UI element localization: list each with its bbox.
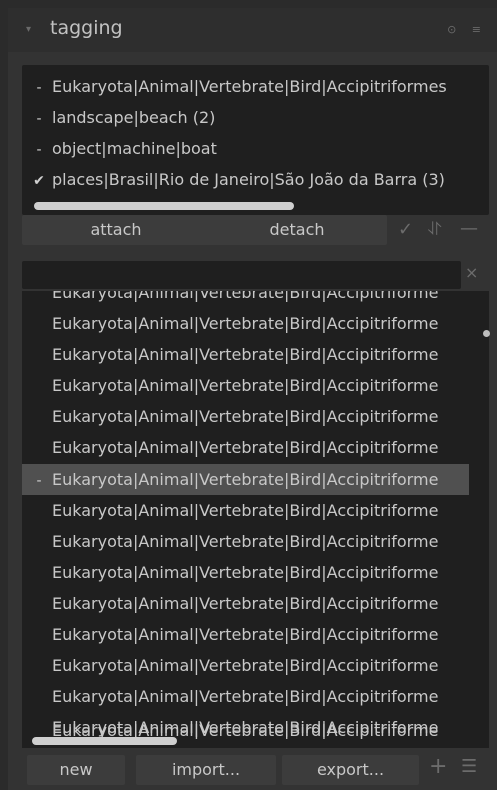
dictionary-row[interactable]: Eukaryota|Animal|Vertebrate|Bird|Accipit…	[22, 650, 469, 681]
dictionary-row[interactable]: Eukaryota|Animal|Vertebrate|Bird|Accipit…	[22, 588, 469, 619]
tag-search-input[interactable]	[22, 261, 461, 289]
dictionary-row[interactable]: Eukaryota|Animal|Vertebrate|Bird|Accipit…	[22, 339, 469, 370]
dictionary-row-label: Eukaryota|Animal|Vertebrate|Bird|Accipit…	[52, 625, 439, 644]
attached-tag-label: object|machine|boat	[52, 139, 217, 158]
module-header[interactable]: ▾ tagging ⊙ ≡	[8, 8, 497, 52]
partial-tag-icon: -	[36, 473, 42, 489]
tagging-module: ▾ tagging ⊙ ≡ - Eukaryota|Animal|Vertebra…	[8, 8, 497, 790]
attached-horizontal-scrollbar[interactable]	[34, 202, 294, 210]
dictionary-row-label: Eukaryota|Animal|Vertebrate|Bird|Accipit…	[52, 532, 439, 551]
dictionary-row[interactable]: Eukaryota|Animal|Vertebrate|Bird|Accipit…	[22, 401, 469, 432]
partial-tag-icon: -	[36, 111, 42, 127]
attached-tag-row[interactable]: - Eukaryota|Animal|Vertebrate|Bird|Accipi…	[22, 71, 489, 102]
attached-tag-label: Eukaryota|Animal|Vertebrate|Bird|Accipit…	[52, 77, 447, 96]
dictionary-row[interactable]: Eukaryota|Animal|Vertebrate|Bird|Accipit…	[22, 619, 469, 650]
new-button[interactable]: new	[27, 755, 125, 785]
tag-dictionary-list[interactable]: Eukaryota|Animal|Vertebrate|Bird|Accipit…	[22, 291, 489, 748]
attached-tag-label: places|Brasil|Rio de Janeiro|São João da…	[52, 170, 445, 189]
dictionary-vertical-scrollbar[interactable]	[483, 330, 490, 337]
dictionary-row-label: Eukaryota|Animal|Vertebrate|Bird|Accipit…	[52, 314, 439, 333]
dictionary-row[interactable]: Eukaryota|Animal|Vertebrate|Bird|Accipit…	[22, 557, 469, 588]
dictionary-row[interactable]: Eukaryota|Animal|Vertebrate|Bird|Accipit…	[22, 681, 469, 712]
dictionary-row-label: Eukaryota|Animal|Vertebrate|Bird|Accipit…	[52, 656, 439, 675]
dictionary-row[interactable]: Eukaryota|Animal|Vertebrate|Bird|Accipit…	[22, 370, 469, 401]
dictionary-row-label: Eukaryota|Animal|Vertebrate|Bird|Accipit…	[52, 376, 439, 395]
export-button[interactable]: export...	[282, 755, 419, 785]
clear-search-icon[interactable]: ×	[465, 263, 478, 282]
dictionary-row-label: Eukaryota|Animal|Vertebrate|Bird|Accipit…	[52, 438, 439, 457]
partial-tag-icon: -	[36, 80, 42, 96]
dictionary-row[interactable]: Eukaryota|Animal|Vertebrate|Bird|Accipit…	[22, 495, 469, 526]
dictionary-row-label: Eukaryota|Animal|Vertebrate|Bird|Accipit…	[52, 594, 439, 613]
dictionary-row-label: Eukaryota|Animal|Vertebrate|Bird|Accipit…	[52, 470, 439, 489]
dictionary-row-label: Eukaryota|Animal|Vertebrate|Bird|Accipit…	[52, 345, 439, 364]
partial-tag-icon: -	[36, 142, 42, 158]
attached-tag-row[interactable]: ✔ places|Brasil|Rio de Janeiro|São João d…	[22, 164, 489, 195]
attached-tag-row[interactable]: - landscape|beach (2)	[22, 102, 489, 133]
module-title: tagging	[50, 17, 123, 39]
dictionary-row[interactable]: Eukaryota|Animal|Vertebrate|Bird|Accipit…	[22, 308, 469, 339]
sort-icon[interactable]: ⥯	[428, 219, 441, 240]
dictionary-row[interactable]: Eukaryota|Animal|Vertebrate|Bird|Accipit…	[22, 291, 469, 308]
attach-button[interactable]: attach	[22, 215, 210, 245]
dictionary-row-label: Eukaryota|Animal|Vertebrate|Bird|Accipit…	[52, 407, 439, 426]
list-icon[interactable]: ☰	[461, 756, 477, 777]
dttags-toggle-icon[interactable]: —	[460, 218, 478, 239]
collapse-arrow-icon[interactable]: ▾	[26, 24, 31, 35]
dictionary-row-label: Eukaryota|Animal|Vertebrate|Bird|Accipit…	[52, 563, 439, 582]
attached-tags-list[interactable]: - Eukaryota|Animal|Vertebrate|Bird|Accipi…	[22, 65, 489, 215]
dictionary-row-selected[interactable]: - Eukaryota|Animal|Vertebrate|Bird|Accipi…	[22, 464, 469, 495]
dictionary-row[interactable]: Eukaryota|Animal|Vertebrate|Bird|Accipit…	[22, 432, 469, 463]
dictionary-row-label: Eukaryota|Animal|Vertebrate|Bird|Accipit…	[52, 687, 439, 706]
import-button[interactable]: import...	[136, 755, 276, 785]
toggle-hide-icon[interactable]: ✓	[398, 219, 413, 240]
dictionary-row-label: Eukaryota|Animal|Vertebrate|Bird|Accipit…	[52, 501, 439, 520]
check-icon: ✔	[33, 173, 45, 189]
detach-button[interactable]: detach	[207, 215, 387, 245]
dictionary-horizontal-scrollbar[interactable]	[32, 737, 177, 745]
dictionary-row[interactable]: Eukaryota|Animal|Vertebrate|Bird|Accipit…	[22, 526, 469, 557]
module-options-icons[interactable]: ⊙ ≡	[447, 23, 487, 36]
attached-tag-row[interactable]: - object|machine|boat	[22, 133, 489, 164]
plus-icon[interactable]: +	[429, 754, 447, 779]
dictionary-row-label: Eukaryota|Animal|Vertebrate|Bird|Accipit…	[52, 291, 439, 302]
attached-tag-label: landscape|beach (2)	[52, 108, 216, 127]
